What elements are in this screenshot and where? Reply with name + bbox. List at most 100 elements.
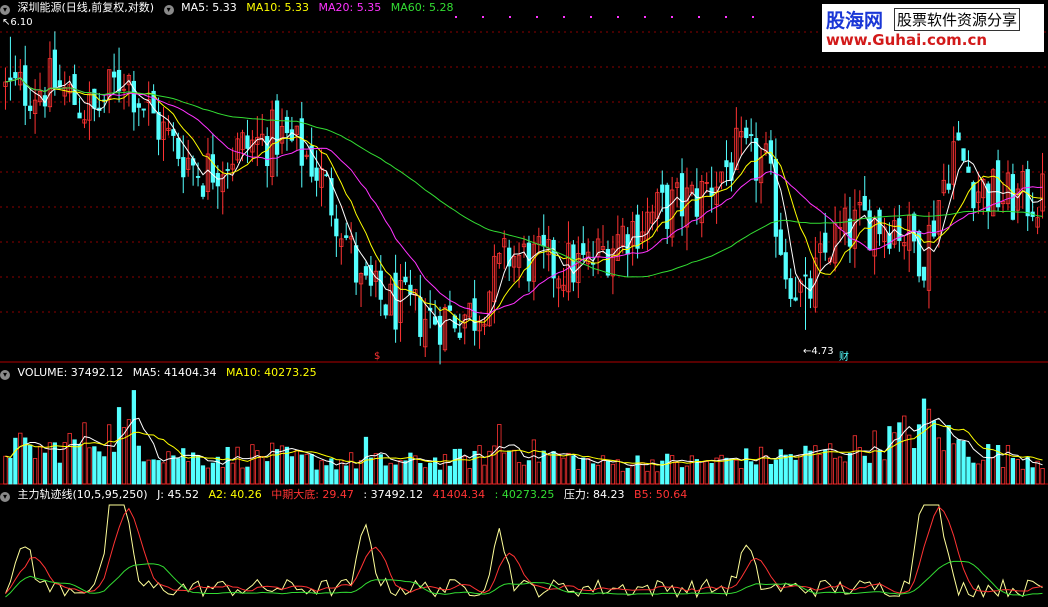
candle-body [823,232,828,253]
indicator-j: J: 45.52 [157,488,199,501]
volume-bar [852,435,858,485]
signal-dot [671,16,673,18]
volume-bar [1040,468,1045,485]
volume-bar [714,457,719,485]
candle-body [744,127,749,139]
volume-bar [334,469,339,485]
volume-bar [991,457,996,485]
volume-bar [749,461,754,485]
volume-bar [981,459,986,485]
volume-bar [536,461,541,485]
volume-bar [595,464,601,485]
indicator-green-line [5,560,1043,598]
candle-body [793,297,798,301]
price-panel-toggle-icon[interactable]: ▾ [0,5,10,15]
volume-bar [126,419,132,485]
watermark-logo: 股海网 股票软件资源分享 www.Guhai.com.cn [822,4,1044,52]
volume-bar [837,456,843,485]
candle-body [314,167,319,181]
volume-bar [502,452,507,485]
volume-bar [477,445,482,485]
volume-bar [724,457,729,485]
volume-bar [956,439,961,485]
candle-body [778,229,783,255]
candle-body [995,160,1001,208]
ma10-label: MA10: 5.33 [246,1,310,14]
candle-body [447,305,453,311]
volume-bar [289,456,295,485]
volume-bar [77,443,82,485]
volume-bar [314,469,319,485]
signal-dot [752,16,754,18]
candle-body [403,276,408,283]
ma-toggle-icon[interactable]: ▾ [163,5,174,15]
candle-body [408,284,413,295]
high-price-annotation: ↖6.10 [2,17,33,28]
signal-dot [590,16,592,18]
volume-bar [482,464,487,485]
volume-bar [986,444,991,485]
volume-bar [655,471,660,485]
candle-body [803,274,808,277]
candle-body [181,157,186,178]
volume-bar [200,465,206,485]
volume-bar [921,398,927,485]
indicator-b5: B5: 50.64 [634,488,688,501]
volume-bar [324,465,329,485]
volume-bar [556,453,561,485]
volume-bar [1015,459,1020,485]
logo-url: www.Guhai.com.cn [826,31,988,49]
volume-bar [847,453,853,485]
volume-bar [107,424,112,485]
indicator-panel-toggle-icon[interactable]: ▾ [0,492,10,502]
ma5-label: MA5: 5.33 [181,1,237,14]
volume-bar [467,468,472,485]
volume-bar [398,460,403,485]
candle-body [225,169,230,171]
volume-ma5-line [5,417,1043,467]
volume-bar [309,454,314,485]
volume-bar [635,455,640,485]
candle-body [52,49,57,90]
candle-body [931,220,937,237]
indicator-pressure: 压力: 84.23 [563,488,625,501]
volume-bar [146,459,151,485]
indicator-a2: A2: 40.26 [208,488,262,501]
volume-bar [941,450,946,485]
logo-brand: 股海网 [826,10,884,32]
candle-body [200,185,206,197]
volume-bar [67,432,72,485]
volume-panel-toggle-icon[interactable]: ▾ [0,370,10,380]
candle-body [788,278,793,299]
volume-bar [526,460,532,485]
candle-body [156,111,161,140]
volume-bar [32,458,38,485]
volume-bar [156,460,161,485]
signal-dot [536,16,538,18]
candle-body [215,172,220,187]
volume-bar [887,426,892,485]
volume-bar [92,446,97,485]
volume-bar [131,390,136,485]
volume-bar [265,461,270,485]
volume-panel [3,390,1045,485]
volume-bar [531,439,537,485]
signal-dot [725,16,727,18]
volume-bar [1020,468,1025,485]
volume-bar [472,450,477,485]
dividend-marker: $ [374,351,381,362]
volume-bar [768,463,774,485]
candle-body [961,148,966,161]
volume-bar [867,462,872,485]
volume-bar [1025,456,1030,485]
volume-bar [571,455,576,485]
volume-bar [803,445,808,485]
volume-bar [141,461,146,485]
price-header: ▾ 深圳能源(日线,前复权,对数) ▾ MA5: 5.33 MA10: 5.33… [0,0,459,16]
volume-bar [235,446,240,485]
volume-bar [13,437,18,485]
volume-bar [778,449,783,485]
volume-bar [625,467,630,485]
volume-bar [739,468,744,485]
volume-bar [788,454,793,485]
